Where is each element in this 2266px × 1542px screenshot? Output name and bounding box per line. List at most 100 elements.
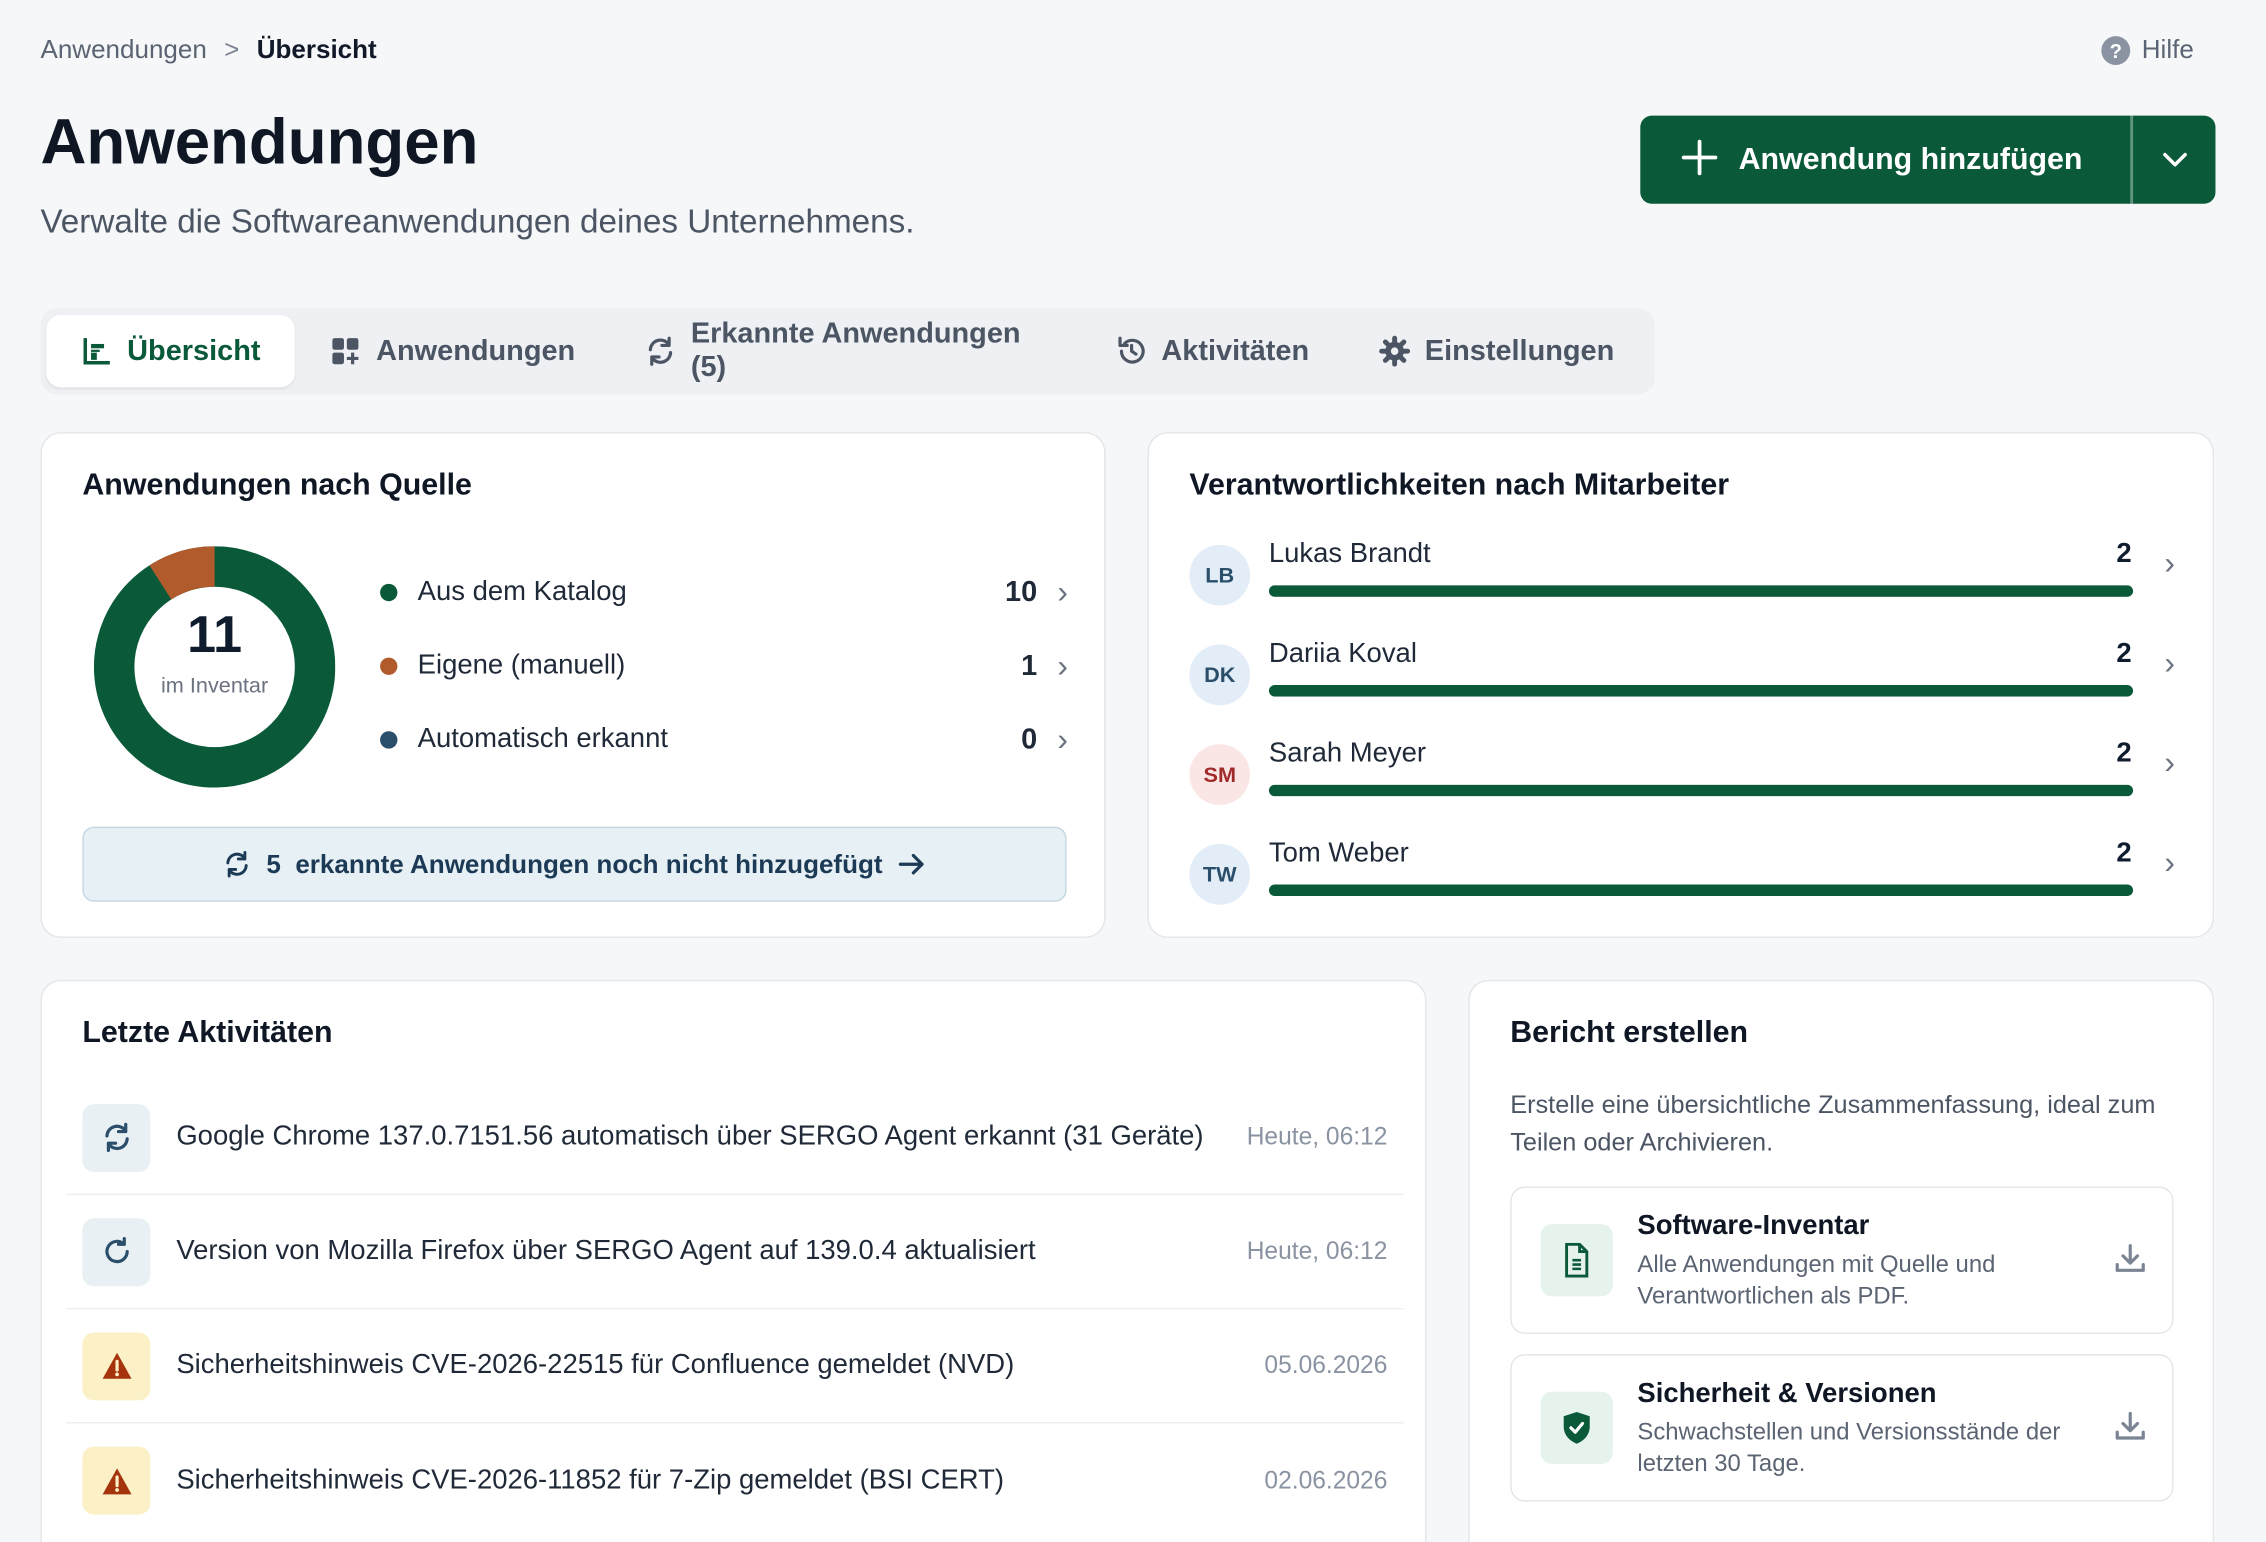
report-card: Bericht erstellen Erstelle eine übersich… — [1468, 979, 2215, 1542]
plus-icon — [1681, 137, 1719, 183]
source-row-manual[interactable]: Eigene (manuell) 1 › — [380, 645, 1068, 688]
avatar: LB — [1189, 544, 1251, 606]
progress-bar — [1268, 685, 2134, 697]
source-count: 1 — [1021, 649, 1038, 682]
tab-overview[interactable]: Übersicht — [46, 315, 296, 388]
progress-fill — [1268, 685, 2134, 697]
progress-bar — [1268, 784, 2134, 797]
chevron-right-icon: › — [1057, 573, 1069, 610]
report-software-inventory[interactable]: Software-Inventar Alle Anwendungen mit Q… — [1510, 1186, 2174, 1334]
source-count: 10 — [1005, 575, 1038, 608]
person-name: Dariia Koval — [1268, 638, 1417, 670]
report-item-desc: Alle Anwendungen mit Quelle und Verantwo… — [1637, 1251, 1996, 1310]
tab-label: Aktivitäten — [1161, 334, 1310, 367]
activities-title: Letzte Aktivitäten — [82, 1015, 333, 1050]
add-application-dropdown[interactable] — [2133, 116, 2215, 204]
chevron-right-icon: › — [1057, 647, 1069, 684]
person-row[interactable]: LB Lukas Brandt 2 › — [1189, 539, 2175, 620]
progress-fill — [1268, 784, 2134, 797]
report-security-versions[interactable]: Sicherheit & Versionen Schwachstellen un… — [1510, 1354, 2174, 1502]
report-item-title: Software-Inventar — [1637, 1211, 1870, 1242]
page-title: Anwendungen — [40, 106, 479, 178]
tab-label: Einstellungen — [1424, 334, 1615, 367]
responsibilities-card: Verantwortlichkeiten nach Mitarbeiter LB… — [1147, 432, 2215, 938]
add-application-label: Anwendung hinzufügen — [1738, 142, 2083, 176]
activity-row[interactable]: Version von Mozilla Firefox über SERGO A… — [66, 1195, 1404, 1310]
detected-applications-button[interactable]: 5 erkannte Anwendungen noch nicht hinzug… — [82, 826, 1067, 902]
chevron-down-icon — [2162, 152, 2187, 166]
activity-row[interactable]: Sicherheitshinweis CVE-2026-22515 für Co… — [66, 1309, 1404, 1424]
sources-card: Anwendungen nach Quelle 11 im Inventar A… — [40, 432, 1106, 938]
warning-icon — [82, 1331, 151, 1400]
breadcrumb: Anwendungen > Übersicht — [40, 35, 376, 65]
person-name: Sarah Meyer — [1268, 738, 1427, 769]
legend-dot — [380, 657, 398, 675]
report-title: Bericht erstellen — [1510, 1015, 1749, 1050]
tab-bar: Übersicht Anwendungen Erkannte Anwendung… — [40, 307, 1655, 395]
warning-icon — [82, 1446, 151, 1515]
tab-settings[interactable]: Einstellungen — [1344, 315, 1649, 387]
history-icon — [1115, 335, 1147, 367]
chevron-right-icon: › — [2164, 843, 2176, 881]
chart-bar-icon — [81, 335, 113, 367]
breadcrumb-current: Übersicht — [256, 34, 377, 64]
sources-donut-chart — [93, 546, 336, 788]
donut-total: 11 — [187, 604, 243, 664]
person-count: 2 — [2116, 638, 2132, 670]
refresh-icon — [645, 335, 677, 367]
page-subtitle: Verwalte die Softwareanwendungen deines … — [40, 202, 915, 240]
person-name: Tom Weber — [1268, 838, 1409, 869]
progress-fill — [1268, 884, 2134, 897]
sync-icon — [82, 1103, 151, 1172]
breadcrumb-parent[interactable]: Anwendungen — [40, 35, 206, 65]
donut-total-label: im Inventar — [160, 673, 269, 699]
arrow-right-icon — [898, 853, 924, 875]
tab-activities[interactable]: Aktivitäten — [1080, 315, 1343, 387]
avatar: TW — [1189, 843, 1251, 905]
activity-time: 02.06.2026 — [1264, 1466, 1388, 1494]
report-description: Erstelle eine übersichtliche Zusammenfas… — [1510, 1089, 2156, 1157]
person-count: 2 — [2116, 738, 2132, 769]
detected-count: 5 — [266, 849, 281, 878]
person-row[interactable]: DK Dariia Koval 2 › — [1189, 639, 2175, 720]
report-item-title: Sicherheit & Versionen — [1637, 1378, 1937, 1410]
activity-row[interactable]: Sicherheitshinweis CVE-2026-11852 für 7-… — [66, 1424, 1403, 1538]
activity-text: Google Chrome 137.0.7151.56 automatisch … — [176, 1121, 1204, 1152]
sources-title: Anwendungen nach Quelle — [82, 468, 472, 502]
source-label: Aus dem Katalog — [417, 576, 627, 607]
donut-segment-manual — [149, 546, 216, 600]
person-row[interactable]: TW Tom Weber 2 › — [1189, 838, 2175, 919]
legend-dot — [380, 583, 398, 602]
gear-icon — [1378, 335, 1411, 367]
download-icon[interactable] — [2114, 1243, 2146, 1282]
chevron-right-icon: › — [2164, 644, 2176, 681]
source-row-auto[interactable]: Automatisch erkannt 0 › — [380, 718, 1068, 761]
source-row-catalog[interactable]: Aus dem Katalog 10 › — [380, 571, 1068, 614]
chevron-right-icon: › — [2164, 744, 2176, 781]
detected-text: erkannte Anwendungen noch nicht hinzugef… — [295, 849, 883, 878]
person-row[interactable]: SM Sarah Meyer 2 › — [1189, 738, 2175, 819]
download-icon[interactable] — [2114, 1411, 2146, 1450]
progress-fill — [1268, 585, 2134, 597]
grid-add-icon — [330, 335, 362, 367]
person-count: 2 — [2116, 539, 2132, 570]
tab-applications[interactable]: Anwendungen — [295, 315, 610, 387]
activity-time: Heute, 06:12 — [1246, 1237, 1388, 1265]
tab-label: Übersicht — [127, 334, 261, 367]
activity-time: 05.06.2026 — [1264, 1351, 1388, 1379]
activity-time: Heute, 06:12 — [1246, 1122, 1388, 1151]
activities-card: Letzte Aktivitäten Google Chrome 137.0.7… — [40, 979, 1427, 1542]
help-link[interactable]: ? Hilfe — [2101, 35, 2194, 65]
tab-label: Anwendungen — [376, 334, 576, 367]
add-application-button[interactable]: Anwendung hinzufügen — [1640, 116, 2130, 204]
progress-bar — [1268, 884, 2134, 897]
chevron-right-icon: › — [1057, 721, 1069, 758]
help-icon: ? — [2101, 35, 2131, 65]
tab-detected-applications[interactable]: Erkannte Anwendungen (5) — [610, 315, 1081, 387]
activity-row[interactable]: Google Chrome 137.0.7151.56 automatisch … — [66, 1081, 1404, 1196]
update-icon — [82, 1217, 151, 1286]
progress-bar — [1268, 585, 2134, 597]
report-item-desc: Schwachstellen und Versionsstände der le… — [1637, 1419, 2061, 1477]
legend-dot — [380, 731, 398, 749]
avatar: SM — [1189, 744, 1251, 805]
